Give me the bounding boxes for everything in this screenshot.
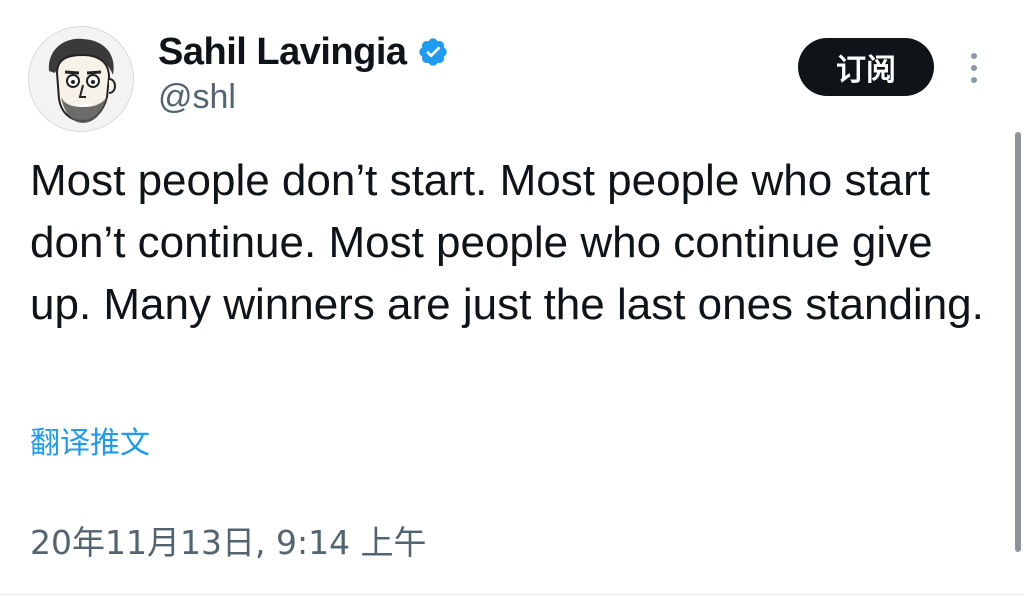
divider: [0, 594, 1024, 595]
scrollbar[interactable]: [1015, 132, 1021, 552]
verified-badge-icon[interactable]: [417, 36, 449, 68]
subscribe-button[interactable]: 订阅: [798, 38, 934, 96]
translate-tweet-link[interactable]: 翻译推文: [30, 418, 150, 462]
avatar[interactable]: [28, 26, 134, 132]
author-handle[interactable]: @shl: [158, 78, 236, 117]
author-name-row[interactable]: Sahil Lavingia: [158, 28, 449, 76]
tweet-text: Most people don’t start. Most people who…: [30, 156, 984, 329]
author-display-name[interactable]: Sahil Lavingia: [158, 31, 407, 74]
avatar-sketch-icon: [29, 27, 133, 131]
more-vertical-icon[interactable]: [962, 48, 986, 88]
tweet-card: Sahil Lavingia @shl 订阅 Most people don’t…: [0, 0, 1024, 597]
tweet-timestamp[interactable]: 20年11月13日, 9:14 上午: [30, 516, 427, 564]
